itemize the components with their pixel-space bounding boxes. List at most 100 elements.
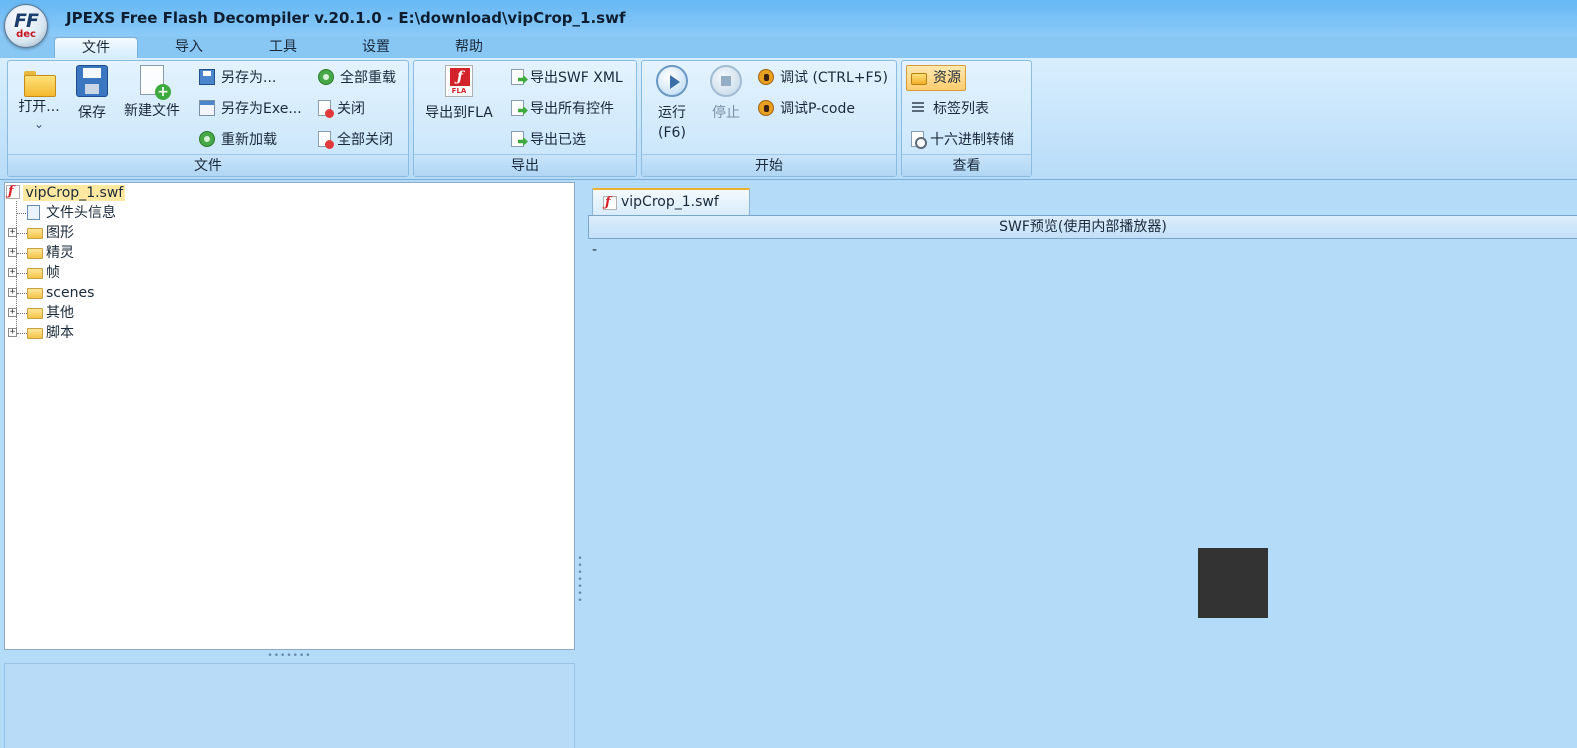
reload-button[interactable]: 重新加载 (199, 128, 277, 152)
menu-tab-file[interactable]: 文件 (54, 37, 138, 58)
close-label: 关闭 (337, 101, 365, 117)
export-selected-button[interactable]: 导出已选 (511, 128, 586, 152)
group-label-start: 开始 (642, 154, 896, 176)
tree-item-label: 文件头信息 (46, 205, 116, 221)
tree-item-frames[interactable]: + 帧 (5, 263, 205, 283)
menu-tab-settings[interactable]: 设置 (334, 37, 418, 58)
chevron-down-icon: ⌄ (33, 117, 45, 131)
tree-item-other[interactable]: + 其他 (5, 303, 205, 323)
save-as-label: 另存为... (221, 70, 277, 86)
export-selected-icon (511, 131, 524, 147)
shapes-folder-icon (27, 228, 43, 239)
stop-button[interactable]: 停止 (704, 65, 748, 123)
menu-tab-help[interactable]: 帮助 (427, 37, 511, 58)
hex-dump-icon (911, 131, 927, 149)
export-all-label: 导出所有控件 (530, 101, 614, 117)
export-all-icon (511, 100, 524, 116)
resource-tree[interactable]: vipCrop_1.swf 文件头信息 + 图形 + 精灵 + 帧 + scen… (4, 182, 575, 650)
close-button[interactable]: 关闭 (318, 97, 365, 121)
stop-icon (710, 65, 742, 97)
new-file-button[interactable]: 新建文件 (120, 65, 184, 121)
export-swf-xml-button[interactable]: 导出SWF XML (511, 66, 623, 90)
swf-file-icon (603, 195, 617, 210)
close-all-button[interactable]: 全部关闭 (318, 128, 393, 152)
tag-list-button[interactable]: 标签列表 (911, 97, 989, 121)
app-logo[interactable]: FF dec (4, 4, 48, 48)
logo-text: FF (14, 9, 39, 32)
vertical-splitter-handle[interactable]: • • • • • • • (576, 555, 584, 606)
resources-label: 资源 (933, 70, 961, 86)
reload-all-icon (318, 69, 334, 85)
open-button[interactable]: 打开... ⌄ (14, 65, 64, 131)
debug-label: 调试 (CTRL+F5) (780, 70, 888, 86)
tree-item-label: 脚本 (46, 325, 74, 341)
export-xml-label: 导出SWF XML (530, 70, 623, 86)
run-button[interactable]: 运行 (F6) (650, 65, 694, 143)
tree-item-header[interactable]: 文件头信息 (5, 203, 205, 223)
document-tab-label: vipCrop_1.swf (621, 194, 719, 210)
close-all-icon (318, 131, 334, 149)
horizontal-splitter-handle[interactable]: ••••••• (4, 651, 575, 663)
preview-status: - (592, 242, 598, 258)
save-as-exe-button[interactable]: 另存为Exe... (199, 97, 302, 121)
save-as-button[interactable]: 另存为... (199, 66, 276, 90)
export-fla-button[interactable]: 导出到FLA (420, 65, 498, 123)
list-icon (911, 100, 927, 116)
reload-all-button[interactable]: 全部重载 (318, 66, 396, 90)
resources-button[interactable]: 资源 (906, 65, 966, 91)
swf-file-icon (6, 184, 20, 199)
tree-item-label: 帧 (46, 265, 60, 281)
open-label: 打开... (18, 99, 60, 115)
tree-item-label: 图形 (46, 225, 74, 241)
group-label-file: 文件 (8, 154, 408, 176)
expand-icon[interactable]: + (8, 248, 17, 257)
tree-item-shapes[interactable]: + 图形 (5, 223, 205, 243)
tag-list-label: 标签列表 (933, 101, 989, 117)
expand-icon[interactable]: + (8, 268, 17, 277)
menu-tab-tools[interactable]: 工具 (241, 37, 325, 58)
frames-folder-icon (27, 268, 43, 279)
close-icon (318, 100, 334, 118)
preview-header: SWF预览(使用内部播放器) (588, 215, 1577, 239)
tree-root-item[interactable]: vipCrop_1.swf (5, 183, 126, 203)
save-disk-icon (76, 65, 108, 97)
ribbon-group-file: 打开... ⌄ 保存 新建文件 另存为... 另存为Exe... 重新加载 全部… (7, 60, 409, 177)
resources-folder-icon (911, 73, 927, 85)
play-icon (656, 65, 688, 97)
export-all-button[interactable]: 导出所有控件 (511, 97, 614, 121)
title-bar: JPEXS Free Flash Decompiler v.20.1.0 - E… (0, 0, 1577, 36)
logo-subtext: dec (16, 28, 36, 40)
fla-file-icon (445, 65, 473, 97)
swf-preview-content (1198, 548, 1268, 618)
save-as-icon (199, 69, 215, 85)
expand-icon[interactable]: + (8, 308, 17, 317)
tree-branch-line (17, 333, 27, 334)
expand-icon[interactable]: + (8, 228, 17, 237)
tree-root-label: vipCrop_1.swf (23, 185, 126, 201)
ribbon-group-view: 资源 标签列表 十六进制转储 查看 (901, 60, 1032, 177)
details-panel (4, 663, 575, 748)
sprites-folder-icon (27, 248, 43, 259)
menu-tab-import[interactable]: 导入 (147, 37, 231, 58)
debug-button[interactable]: 调试 (CTRL+F5) (758, 66, 888, 90)
hex-dump-label: 十六进制转储 (930, 132, 1014, 148)
reload-label: 重新加载 (221, 132, 277, 148)
debug-pcode-button[interactable]: 调试P-code (758, 97, 855, 121)
bug-icon (758, 69, 774, 85)
new-file-label: 新建文件 (124, 103, 180, 119)
hex-dump-button[interactable]: 十六进制转储 (911, 128, 1014, 152)
save-button[interactable]: 保存 (70, 65, 114, 123)
expand-icon[interactable]: + (8, 288, 17, 297)
tree-branch-line (17, 273, 27, 274)
tree-item-scenes[interactable]: + scenes (5, 283, 205, 303)
ribbon-group-export: 导出到FLA 导出SWF XML 导出所有控件 导出已选 导出 (413, 60, 637, 177)
tree-branch-line (17, 253, 27, 254)
tree-item-scripts[interactable]: + 脚本 (5, 323, 205, 343)
scenes-folder-icon (27, 288, 43, 299)
expand-icon[interactable]: + (8, 328, 17, 337)
document-tab[interactable]: vipCrop_1.swf (592, 188, 750, 215)
tree-item-sprites[interactable]: + 精灵 (5, 243, 205, 263)
tree-branch-line (17, 293, 27, 294)
document-icon (27, 205, 40, 220)
folder-icon (27, 308, 43, 319)
